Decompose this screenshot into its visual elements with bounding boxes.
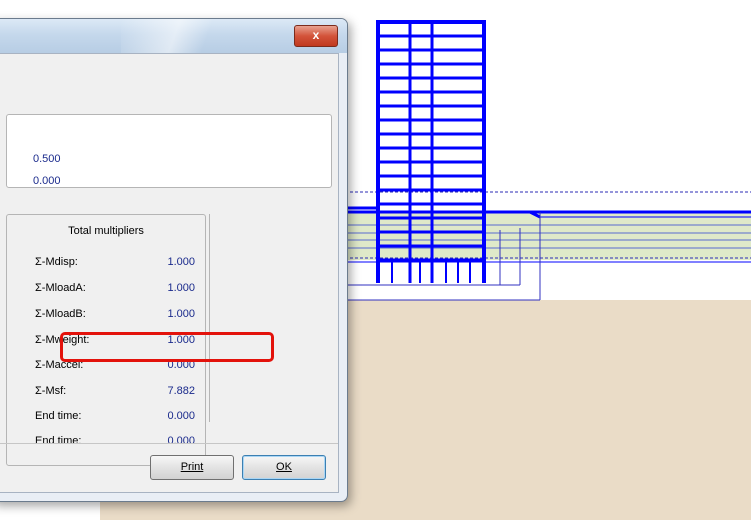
multiplier-value: 0.000 (167, 410, 195, 422)
multiplier-label: End time: (35, 435, 82, 447)
button-separator (0, 443, 338, 444)
multiplier-row-mdisp: Σ-Mdisp: 1.000 (35, 256, 205, 272)
multiplier-label: Σ-MloadA: (35, 282, 86, 294)
highlight-annotation (60, 332, 274, 362)
multiplier-value: 1.000 (167, 256, 195, 268)
multiplier-label: Σ-MloadB: (35, 308, 86, 320)
multiplier-label: End time: (35, 410, 82, 422)
panel-divider (209, 214, 210, 422)
title-bar[interactable]: x (0, 19, 347, 53)
multiplier-row-mloada: Σ-MloadA: 1.000 (35, 282, 205, 298)
print-button-label: Print (180, 461, 204, 473)
multiplier-value: 1.000 (167, 282, 195, 294)
multiplier-label: Σ-Mdisp: (35, 256, 78, 268)
title-bar-sheen (121, 19, 241, 53)
value-2: 0.000 (33, 175, 61, 187)
ok-button-label: OK (276, 461, 292, 473)
multiplier-value: 1.000 (167, 308, 195, 320)
multiplier-value: 0.000 (167, 435, 195, 447)
close-button[interactable]: x (294, 25, 338, 47)
values-group: 0.500 0.000 (6, 114, 332, 188)
multiplier-row-mloadb: Σ-MloadB: 1.000 (35, 308, 205, 324)
multiplier-label: Σ-Msf: (35, 385, 67, 397)
multiplier-row-msf: Σ-Msf: 7.882 (35, 385, 205, 401)
multiplier-value: 7.882 (167, 385, 195, 397)
print-button[interactable]: Print (150, 455, 234, 480)
results-dialog: x 0.500 0.000 Total multipliers Σ-Mdisp:… (0, 18, 348, 502)
close-icon: x (312, 28, 320, 42)
dialog-client-area: 0.500 0.000 Total multipliers Σ-Mdisp: 1… (0, 53, 339, 493)
value-1: 0.500 (33, 153, 61, 165)
multipliers-header: Total multipliers (68, 225, 144, 237)
ok-button[interactable]: OK (242, 455, 326, 480)
multiplier-row-end-time: End time: 0.000 (35, 410, 205, 426)
